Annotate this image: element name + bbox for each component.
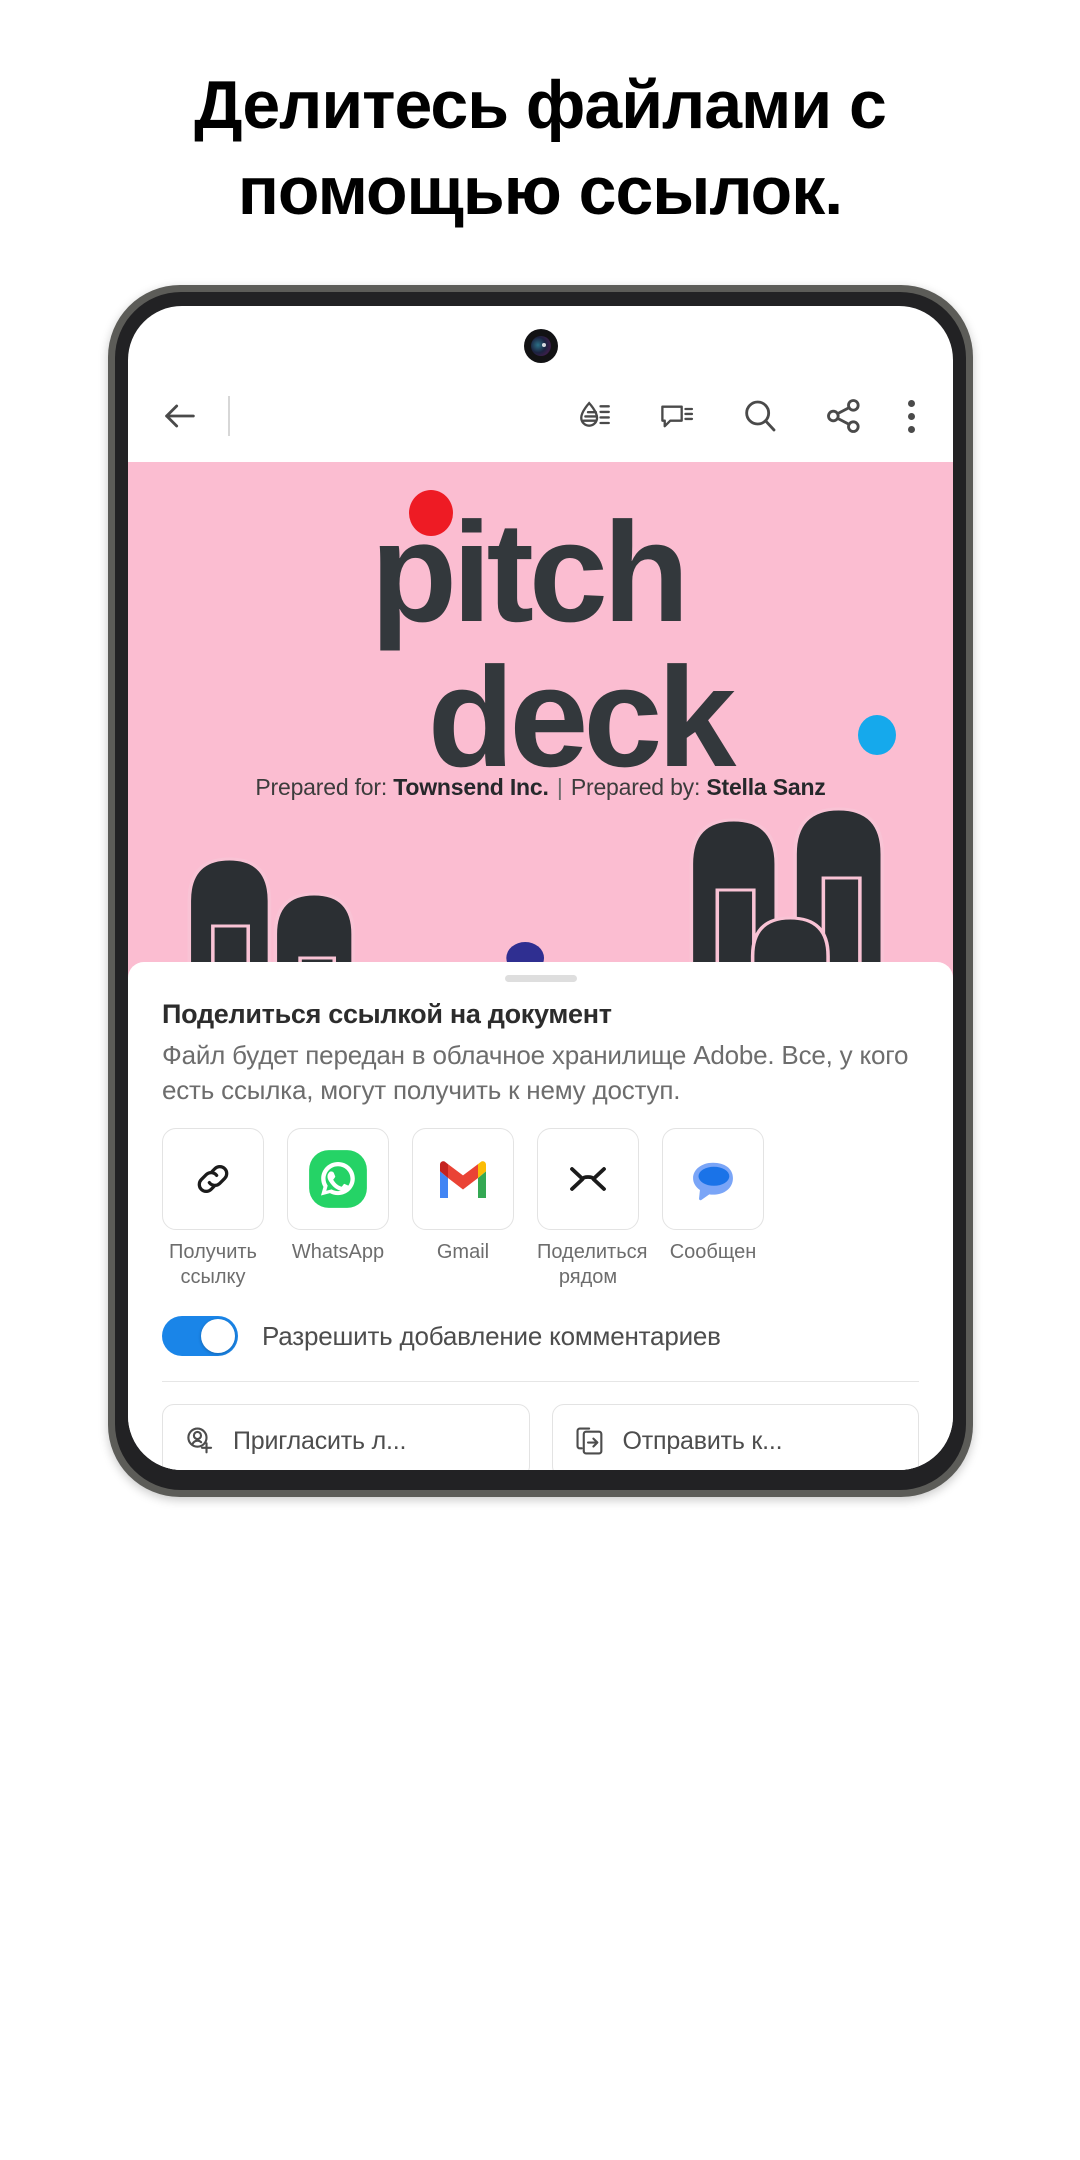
send-copy-icon xyxy=(573,1424,607,1458)
credit-prepared-for-label: Prepared for: xyxy=(255,774,388,800)
send-copy-label: Отправить к... xyxy=(622,1426,783,1455)
cover-credit: Prepared for: Townsend Inc. | Prepared b… xyxy=(128,774,953,801)
share-icon[interactable] xyxy=(824,396,864,436)
document-preview[interactable]: pitch deck Prepared for: Townsend Inc. |… xyxy=(128,462,953,1036)
front-camera-icon xyxy=(523,329,558,363)
nearby-share-icon xyxy=(537,1128,639,1230)
credit-company: Townsend Inc. xyxy=(393,774,549,800)
arrow-left-icon[interactable] xyxy=(160,396,200,436)
share-target-label: Сообщен xyxy=(669,1241,757,1263)
sheet-description: Файл будет передан в облачное хранилище … xyxy=(162,1040,909,1105)
messages-icon xyxy=(662,1128,764,1230)
share-target-label: Gmail xyxy=(436,1241,490,1263)
headline-line-1: Делитесь файлами с xyxy=(194,67,887,143)
cover-title-line-2: deck xyxy=(427,638,737,797)
sheet-actions: Пригласить л... Отправить к... xyxy=(162,1404,919,1470)
share-target-label: Получить ссылку xyxy=(169,1241,257,1288)
phone-mockup: pitch deck Prepared for: Townsend Inc. |… xyxy=(108,285,973,1497)
allow-comments-label: Разрешить добавление комментариев xyxy=(262,1320,721,1351)
credit-prepared-by-label: Prepared by: xyxy=(570,774,701,800)
cover-dot-red xyxy=(409,490,453,536)
liquid-mode-icon[interactable] xyxy=(576,397,614,435)
camera-lens xyxy=(530,336,551,356)
cover-dot-blue xyxy=(858,715,896,755)
cover-title-line-1: pitch xyxy=(370,493,689,652)
toggle-knob xyxy=(201,1319,235,1353)
share-bottom-sheet: Поделиться ссылкой на документ Файл буде… xyxy=(128,962,953,1470)
credit-separator: | xyxy=(556,774,563,800)
share-target-nearby-share[interactable]: Поделиться рядом xyxy=(537,1128,648,1290)
phone-screen: pitch deck Prepared for: Townsend Inc. |… xyxy=(128,306,953,1470)
share-target-gmail[interactable]: Gmail xyxy=(412,1128,514,1290)
share-target-label: Поделиться рядом xyxy=(537,1241,648,1288)
comment-icon[interactable] xyxy=(658,397,696,435)
invite-person-icon xyxy=(183,1424,217,1458)
headline-line-2: помощью ссылок. xyxy=(237,153,843,229)
toolbar-divider xyxy=(228,396,230,436)
allow-comments-toggle[interactable] xyxy=(162,1316,238,1356)
share-target-list: Получить ссылку WhatsApp Gmail Поделитьс… xyxy=(162,1128,919,1290)
sheet-divider xyxy=(162,1381,919,1382)
invite-people-button[interactable]: Пригласить л... xyxy=(162,1404,530,1470)
search-icon[interactable] xyxy=(740,396,780,436)
share-target-messages[interactable]: Сообщен xyxy=(662,1128,764,1290)
menu-dot xyxy=(908,399,915,407)
whatsapp-icon xyxy=(287,1128,389,1230)
gmail-icon xyxy=(412,1128,514,1230)
share-target-whatsapp[interactable]: WhatsApp xyxy=(287,1128,389,1290)
allow-comments-row[interactable]: Разрешить добавление комментариев xyxy=(162,1316,919,1356)
sheet-title: Поделиться ссылкой на документ xyxy=(162,999,612,1029)
menu-dot xyxy=(908,425,915,433)
link-icon xyxy=(162,1128,264,1230)
menu-dot xyxy=(908,412,915,420)
overflow-menu-icon[interactable] xyxy=(908,399,915,433)
credit-author: Stella Sanz xyxy=(706,774,826,800)
app-store-screenshot: Делитесь файлами с помощью ссылок. pitch… xyxy=(0,0,1080,2160)
sheet-drag-handle[interactable] xyxy=(504,975,577,982)
share-target-label: WhatsApp xyxy=(291,1241,385,1263)
phone-bezel: pitch deck Prepared for: Townsend Inc. |… xyxy=(115,292,966,1490)
send-copy-button[interactable]: Отправить к... xyxy=(551,1404,919,1470)
page-title: Делитесь файлами с помощью ссылок. xyxy=(0,62,1080,234)
app-toolbar xyxy=(128,370,953,462)
invite-people-label: Пригласить л... xyxy=(233,1426,407,1455)
cover-title: pitch deck xyxy=(128,493,953,797)
share-target-get-link[interactable]: Получить ссылку xyxy=(162,1128,264,1290)
